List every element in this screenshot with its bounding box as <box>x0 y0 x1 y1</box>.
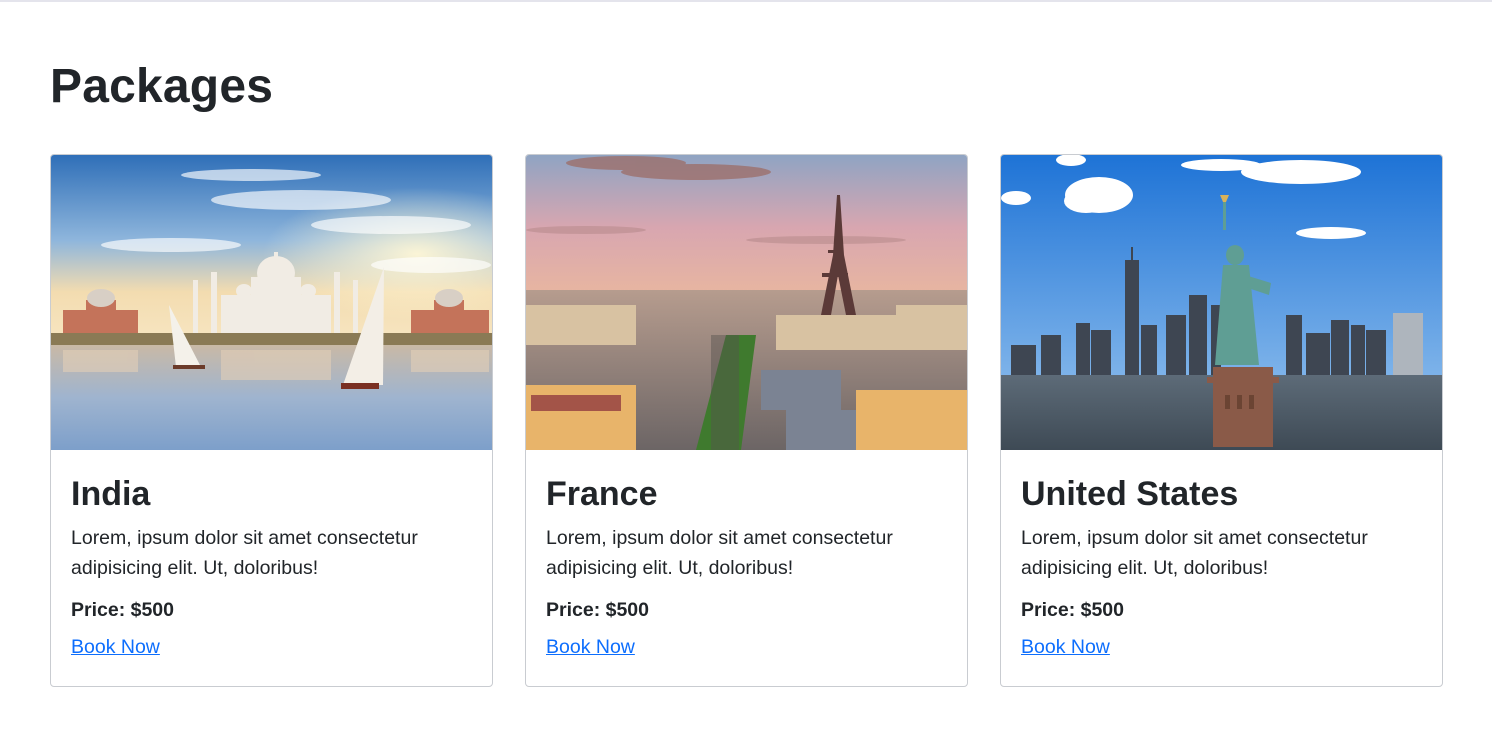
package-description: Lorem, ipsum dolor sit amet consectetur … <box>1021 527 1368 579</box>
package-card-india: India Lorem, ipsum dolor sit amet consec… <box>50 154 493 687</box>
package-cards: India Lorem, ipsum dolor sit amet consec… <box>50 154 1446 689</box>
book-now-link[interactable]: Book Now <box>546 635 635 659</box>
package-name: United States <box>1021 475 1239 513</box>
book-now-link[interactable]: Book Now <box>1021 635 1110 659</box>
page-title: Packages <box>50 60 274 113</box>
package-card-united-states: United States Lorem, ipsum dolor sit ame… <box>1000 154 1443 687</box>
book-now-link[interactable]: Book Now <box>71 635 160 659</box>
package-card-france: France Lorem, ipsum dolor sit amet conse… <box>525 154 968 687</box>
statue-of-liberty-image <box>1001 155 1442 450</box>
top-divider <box>0 0 1492 2</box>
eiffel-tower-image <box>526 155 967 450</box>
package-price: Price: $500 <box>546 599 649 621</box>
package-description: Lorem, ipsum dolor sit amet consectetur … <box>546 527 893 579</box>
package-price: Price: $500 <box>71 599 174 621</box>
package-price: Price: $500 <box>1021 599 1124 621</box>
package-name: France <box>546 475 658 513</box>
package-name: India <box>71 475 151 513</box>
package-description: Lorem, ipsum dolor sit amet consectetur … <box>71 527 418 579</box>
taj-mahal-image <box>51 155 492 450</box>
